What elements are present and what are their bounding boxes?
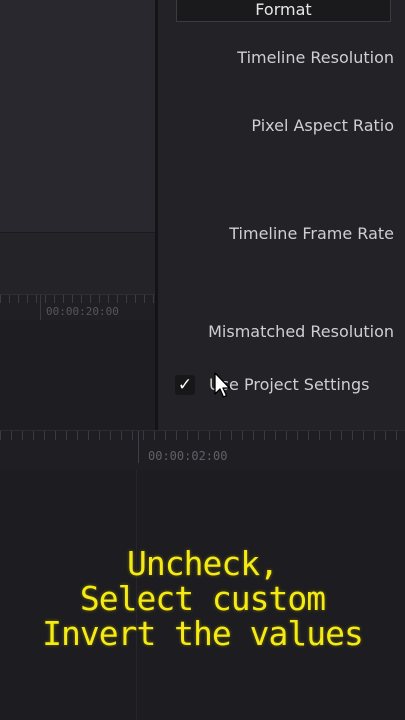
pixel-aspect-ratio-label: Pixel Aspect Ratio [251, 116, 394, 135]
ruler-ticks [0, 295, 155, 303]
ruler-marker [138, 431, 139, 463]
upper-timeline-ruler[interactable]: 00:00:20:00 [0, 294, 155, 321]
timeline-frame-rate-label: Timeline Frame Rate [229, 224, 394, 243]
lower-timecode: 00:00:02:00 [148, 449, 228, 463]
caption-line: Select custom [79, 579, 326, 618]
viewer-lower-panel [0, 232, 155, 295]
caption-overlay: Uncheck, Select custom Invert the values [0, 546, 405, 651]
timeline-settings-panel: Timeline Resolution Pixel Aspect Ratio T… [158, 0, 405, 430]
upper-timecode: 00:00:20:00 [46, 305, 119, 318]
ruler-ticks [0, 431, 405, 440]
caption-line: Uncheck, [127, 544, 279, 583]
mismatched-resolution-label: Mismatched Resolution [208, 322, 394, 341]
caption-line: Invert the values [42, 614, 364, 653]
ruler-marker [40, 295, 41, 321]
use-project-settings-checkbox[interactable]: ✓ [175, 375, 195, 395]
tab-format[interactable]: Format [176, 0, 391, 22]
use-project-settings-label[interactable]: Use Project Settings [209, 375, 369, 394]
mouse-pointer-icon [214, 372, 231, 398]
lower-timeline-ruler[interactable]: 00:00:02:00 [0, 430, 405, 471]
timeline-resolution-label: Timeline Resolution [237, 48, 394, 67]
upper-timeline-track[interactable] [0, 320, 155, 430]
viewer-area [0, 0, 155, 232]
